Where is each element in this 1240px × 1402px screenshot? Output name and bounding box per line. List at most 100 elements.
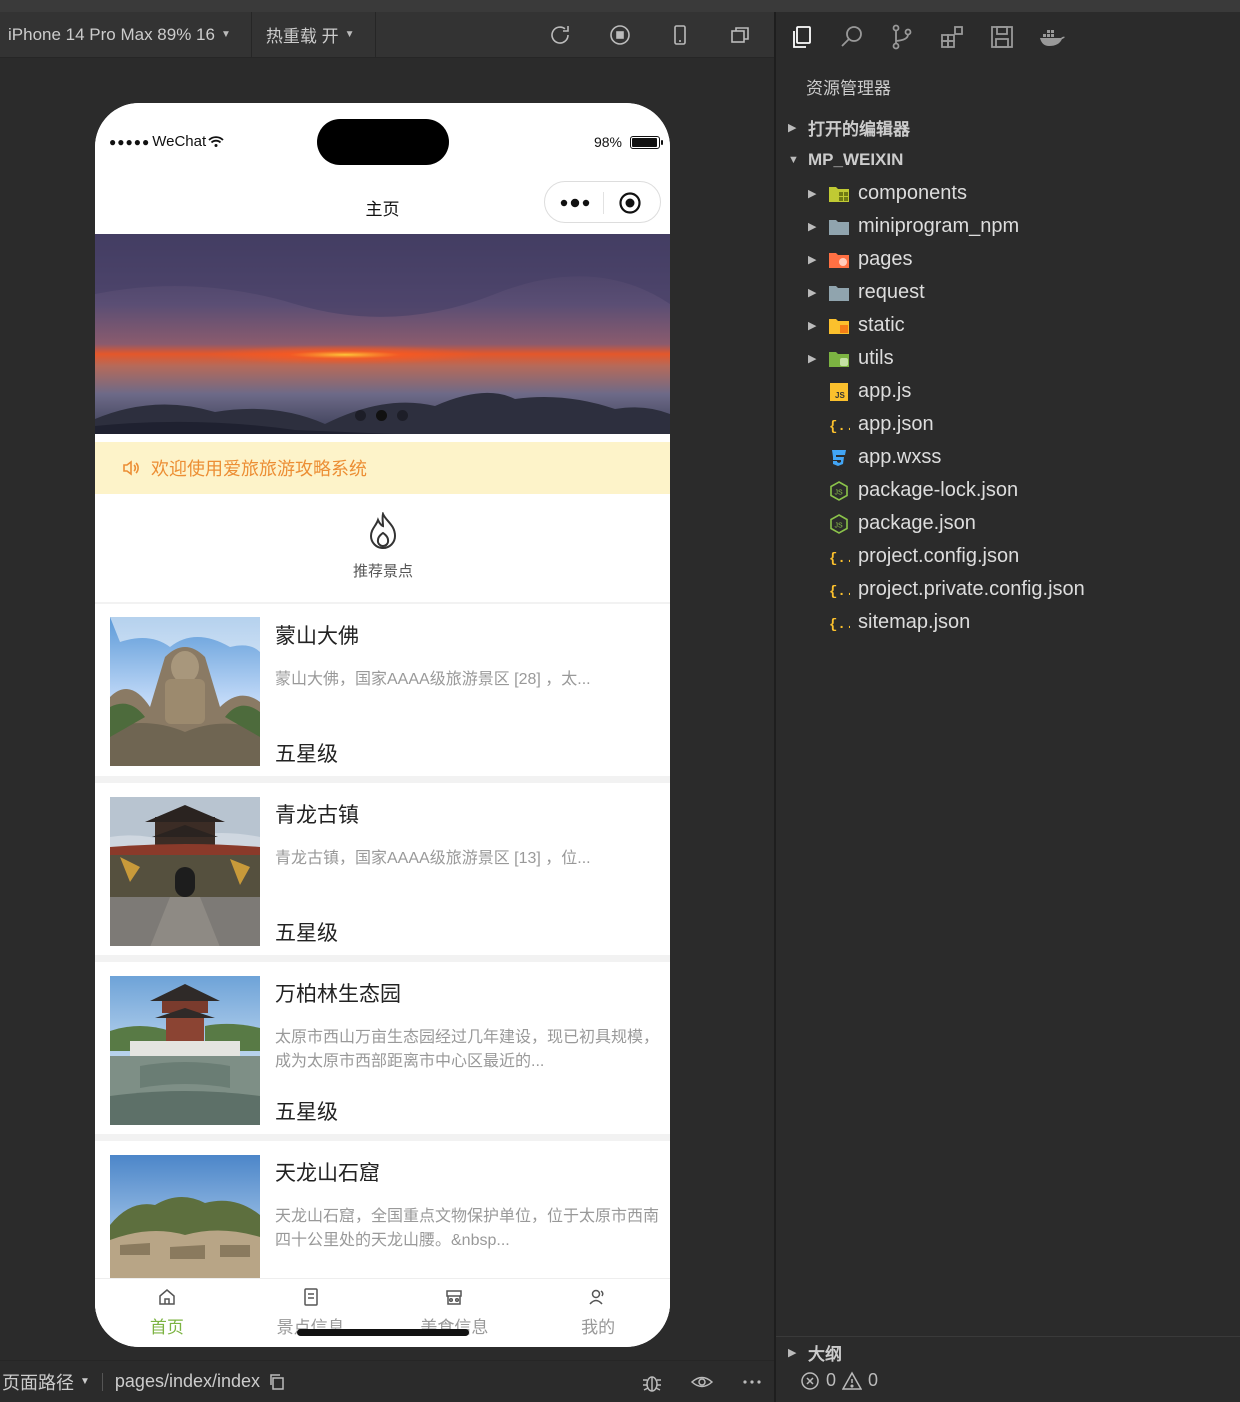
- caret-down-icon: ▼: [220, 29, 231, 40]
- phone-tab-bar: 首页 景点信息 美食信息 我的: [95, 1278, 670, 1347]
- outline-section[interactable]: ▶ 大纲: [776, 1336, 1240, 1368]
- close-miniprogram-icon[interactable]: [618, 191, 642, 215]
- problems-status[interactable]: 0 0: [800, 1370, 878, 1391]
- tree-item-static[interactable]: ▶ static: [776, 309, 1240, 342]
- hot-reload-select[interactable]: 热重载 开 ▼: [252, 12, 363, 57]
- extensions-icon[interactable]: [938, 23, 966, 51]
- spot-thumbnail: [110, 617, 260, 766]
- bug-icon[interactable]: [640, 1370, 664, 1394]
- tree-item-project-private-config-json[interactable]: {..} project.private.config.json: [776, 573, 1240, 606]
- carousel-dots: [355, 410, 408, 421]
- page-path-select[interactable]: 页面路径 ▼: [0, 1369, 90, 1395]
- svg-text:{..}: {..}: [829, 617, 850, 633]
- tab-spot-info[interactable]: 景点信息: [239, 1279, 383, 1347]
- svg-text:{..}: {..}: [829, 419, 850, 435]
- simulator-bottom-bar: 页面路径 ▼ pages/index/index: [0, 1360, 774, 1402]
- tree-item-miniprogram-npm[interactable]: ▶ miniprogram_npm: [776, 210, 1240, 243]
- tree-item-sitemap-json[interactable]: {..} sitemap.json: [776, 606, 1240, 639]
- hot-reload-label: 热重载 开: [265, 27, 339, 46]
- spot-card[interactable]: 蒙山大佛 蒙山大佛，国家AAAA级旅游景区 [28] ，太... 五星级: [95, 602, 670, 776]
- bottom-bar-icons: [640, 1361, 764, 1402]
- toolbar-icons: [548, 12, 752, 58]
- tree-item-package-json[interactable]: JS package.json: [776, 507, 1240, 540]
- folder-components-icon: [828, 183, 850, 205]
- user-icon: [589, 1289, 604, 1305]
- search-icon[interactable]: [838, 23, 866, 51]
- window-icon[interactable]: [728, 23, 752, 47]
- svg-text:JS: JS: [835, 522, 844, 529]
- tree-item-label: utils: [858, 347, 894, 369]
- save-layout-icon[interactable]: [988, 23, 1016, 51]
- eye-icon[interactable]: [690, 1370, 714, 1394]
- banner-image: [95, 234, 670, 434]
- source-control-icon[interactable]: [888, 23, 916, 51]
- battery-percent: 98%: [593, 134, 622, 150]
- svg-text:JS: JS: [835, 489, 844, 496]
- activity-bar: [776, 12, 1240, 62]
- page-path: pages/index/index: [115, 1371, 286, 1392]
- tree-item-pages[interactable]: ▶ pages: [776, 243, 1240, 276]
- fire-icon: [369, 512, 397, 549]
- project-section[interactable]: ▼ MP_WEIXIN: [776, 144, 1240, 176]
- spot-list: 蒙山大佛 蒙山大佛，国家AAAA级旅游景区 [28] ，太... 五星级 青龙古…: [95, 602, 670, 1313]
- open-editors-section[interactable]: ▶ 打开的编辑器: [776, 111, 1240, 143]
- capsule-divider: [603, 192, 604, 214]
- error-count: 0: [826, 1370, 837, 1390]
- tree-item-label: package.json: [858, 512, 976, 534]
- spot-title: 青龙古镇: [275, 804, 359, 827]
- home-icon: [159, 1289, 175, 1305]
- notice-text: 欢迎使用爱旅旅游攻略系统: [151, 459, 367, 479]
- phone-frame: ●●●●● WeChat 98% 主页 欢迎使用爱旅旅游攻略系统 推荐景点 蒙山…: [95, 103, 670, 1347]
- node-file-icon: JS: [828, 513, 850, 535]
- more-options-icon[interactable]: [740, 1370, 764, 1394]
- tree-item-app-js[interactable]: JS app.js: [776, 375, 1240, 408]
- spot-card[interactable]: 万柏林生态园 太原市西山万亩生态园经过几年建设，现已初具规模，成为太原市西部距离…: [95, 955, 670, 1134]
- simulator-area: ●●●●● WeChat 98% 主页 欢迎使用爱旅旅游攻略系统 推荐景点 蒙山…: [0, 58, 774, 1360]
- tree-item-project-config-json[interactable]: {..} project.config.json: [776, 540, 1240, 573]
- tree-item-request[interactable]: ▶ request: [776, 276, 1240, 309]
- refresh-icon[interactable]: [548, 23, 572, 47]
- carousel-dot[interactable]: [355, 410, 366, 421]
- tree-item-label: app.js: [858, 380, 912, 402]
- files-icon[interactable]: [788, 23, 816, 51]
- tree-item-utils[interactable]: ▶ utils: [776, 342, 1240, 375]
- docker-icon[interactable]: [1038, 23, 1066, 51]
- device-select[interactable]: iPhone 14 Pro Max 89% 16 ▼: [0, 12, 239, 57]
- category-section: 推荐景点: [95, 494, 670, 602]
- phone-icon[interactable]: [668, 23, 692, 47]
- copy-icon[interactable]: [268, 1373, 286, 1391]
- warning-count: 0: [868, 1370, 879, 1390]
- tree-item-label: app.json: [858, 413, 934, 435]
- tree-item-app-json[interactable]: {..} app.json: [776, 408, 1240, 441]
- tree-item-label: app.wxss: [858, 446, 942, 468]
- tab-food-info[interactable]: 美食信息: [383, 1279, 527, 1347]
- tab-home[interactable]: 首页: [95, 1279, 239, 1347]
- carousel-dot[interactable]: [376, 410, 387, 421]
- warning-icon: [842, 1370, 863, 1390]
- section-label: MP_WEIXIN: [808, 150, 904, 169]
- tree-item-package-lock-json[interactable]: JS package-lock.json: [776, 474, 1240, 507]
- battery-icon: [630, 135, 663, 149]
- chevron-down-icon: ▼: [788, 154, 799, 166]
- document-icon: [303, 1288, 318, 1306]
- category-recommended-spots[interactable]: 推荐景点: [335, 512, 431, 581]
- tree-item-label: static: [858, 314, 905, 336]
- stop-icon[interactable]: [608, 23, 632, 47]
- spot-title: 万柏林生态园: [275, 983, 401, 1006]
- json-file-icon: {..}: [828, 579, 850, 601]
- chevron-right-icon: ▶: [788, 1347, 797, 1359]
- spot-description: 蒙山大佛，国家AAAA级旅游景区 [28] ，太...: [275, 671, 591, 688]
- carousel-dot[interactable]: [397, 410, 408, 421]
- folder-static-icon: [828, 315, 850, 337]
- spot-level: 五星级: [275, 922, 338, 945]
- spot-level: 五星级: [275, 743, 338, 766]
- tab-mine[interactable]: 我的: [526, 1279, 670, 1347]
- page-path-label: 页面路径: [2, 1372, 74, 1393]
- tree-item-components[interactable]: ▶ components: [776, 177, 1240, 210]
- more-icon[interactable]: [557, 193, 597, 213]
- banner-carousel[interactable]: [95, 234, 670, 434]
- chevron-right-icon: ▶: [808, 188, 817, 200]
- simulator-toolbar: iPhone 14 Pro Max 89% 16 ▼ 热重载 开 ▼: [0, 11, 774, 58]
- tree-item-app-wxss[interactable]: app.wxss: [776, 441, 1240, 474]
- spot-card[interactable]: 青龙古镇 青龙古镇，国家AAAA级旅游景区 [13] ，位... 五星级: [95, 776, 670, 955]
